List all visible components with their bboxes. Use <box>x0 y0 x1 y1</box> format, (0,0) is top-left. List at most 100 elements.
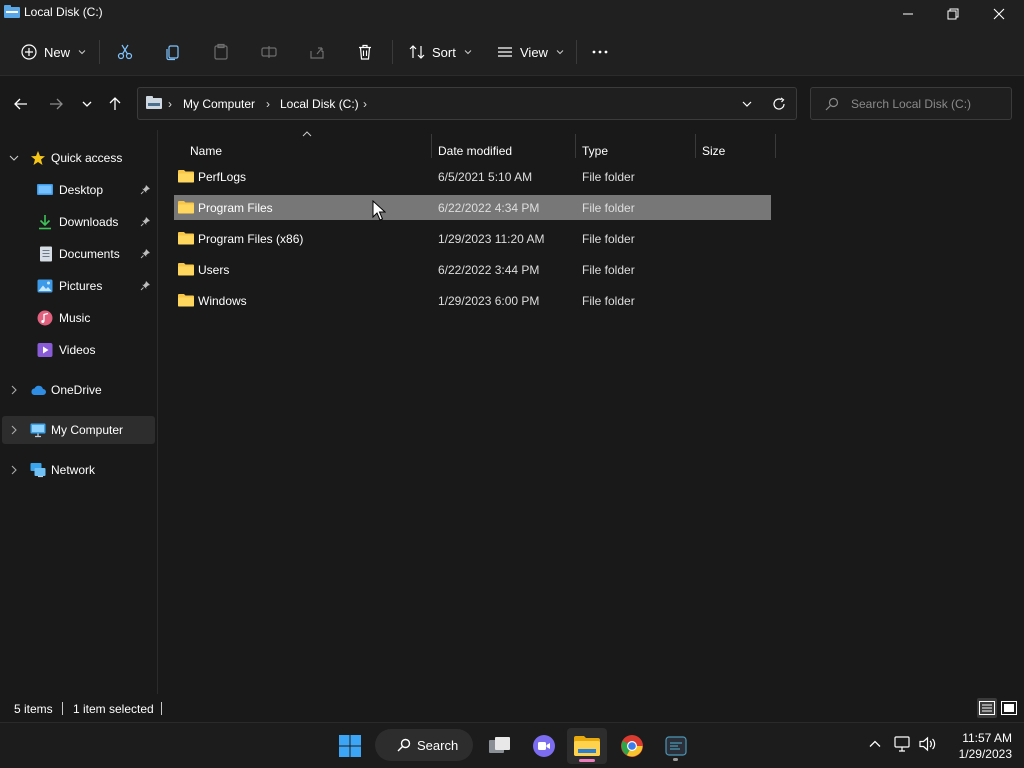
column-divider[interactable] <box>431 134 432 158</box>
sidebar-item-my-computer[interactable]: My Computer <box>2 416 155 444</box>
volume-button[interactable] <box>919 735 937 753</box>
column-label: Size <box>702 144 726 158</box>
search-icon <box>825 97 839 111</box>
taskbar-search-button[interactable]: Search <box>375 729 473 761</box>
recent-locations-button[interactable] <box>77 94 97 114</box>
sidebar-item-documents[interactable]: Documents <box>2 240 155 268</box>
sidebar-item-quick-access[interactable]: Quick access <box>2 144 155 172</box>
new-label: New <box>44 44 71 60</box>
speaker-icon <box>919 736 936 752</box>
taskbar-app[interactable] <box>658 728 694 764</box>
close-icon <box>993 8 1005 20</box>
app-icon <box>665 736 687 756</box>
column-divider[interactable] <box>575 134 576 158</box>
status-bar: 5 items 1 item selected <box>0 694 1024 722</box>
pin-icon[interactable] <box>140 248 151 259</box>
column-divider[interactable] <box>695 134 696 158</box>
forward-button[interactable] <box>46 94 66 114</box>
sidebar-item-network[interactable]: Network <box>2 456 155 484</box>
details-view-button[interactable] <box>977 698 997 718</box>
breadcrumb-separator: › <box>168 97 172 111</box>
navigation-pane: Quick access Desktop Downloads Documents… <box>0 130 158 694</box>
sidebar-label: Videos <box>59 343 96 357</box>
tiles-view-icon <box>1001 701 1017 715</box>
arrow-left-icon <box>14 98 27 110</box>
share-button[interactable] <box>308 38 326 66</box>
address-history-chevron-icon[interactable] <box>740 97 754 111</box>
column-divider[interactable] <box>775 134 776 158</box>
chrome-icon <box>621 735 643 757</box>
chevron-down-icon <box>9 155 19 161</box>
minimize-button[interactable] <box>885 0 931 28</box>
network-status-button[interactable] <box>894 735 912 753</box>
file-row[interactable]: Users 6/22/2022 3:44 PM File folder <box>174 257 771 282</box>
sidebar-item-videos[interactable]: Videos <box>2 336 155 364</box>
mouse-cursor-icon <box>372 200 386 221</box>
restore-button[interactable] <box>930 0 976 28</box>
refresh-icon[interactable] <box>772 97 786 111</box>
divider <box>99 40 100 64</box>
clock[interactable]: 11:57 AM 1/29/2023 <box>946 730 1012 762</box>
cut-button[interactable] <box>116 38 134 66</box>
breadcrumb-my-computer[interactable]: My Computer <box>183 97 255 111</box>
address-bar[interactable]: › My Computer › Local Disk (C:) › <box>137 87 797 120</box>
search-icon <box>397 738 411 752</box>
divider <box>161 702 162 715</box>
sidebar-item-music[interactable]: Music <box>2 304 155 332</box>
close-button[interactable] <box>976 0 1022 28</box>
chevron-down-icon <box>556 50 564 55</box>
column-header-name[interactable]: Name <box>190 136 430 166</box>
copy-button[interactable] <box>164 38 182 66</box>
sidebar-item-downloads[interactable]: Downloads <box>2 208 155 236</box>
sidebar-item-pictures[interactable]: Pictures <box>2 272 155 300</box>
pictures-icon <box>37 279 53 293</box>
file-type: File folder <box>582 294 635 308</box>
sidebar-item-onedrive[interactable]: OneDrive <box>2 376 155 404</box>
column-header-type[interactable]: Type <box>582 136 694 166</box>
chevron-up-icon <box>869 740 881 747</box>
file-row[interactable]: PerfLogs 6/5/2021 5:10 AM File folder <box>174 164 771 189</box>
sort-button[interactable]: Sort <box>408 38 472 66</box>
new-button[interactable]: New <box>20 38 86 66</box>
file-date: 1/29/2023 11:20 AM <box>438 232 545 246</box>
back-button[interactable] <box>11 94 31 114</box>
arrow-right-icon <box>50 98 63 110</box>
column-header-size[interactable]: Size <box>702 136 774 166</box>
breadcrumb-local-disk[interactable]: Local Disk (C:) <box>280 97 359 111</box>
taskbar-file-explorer[interactable] <box>567 728 607 764</box>
pin-icon[interactable] <box>140 216 151 227</box>
start-button[interactable] <box>332 728 368 764</box>
tiles-view-button[interactable] <box>999 698 1019 718</box>
task-view-button[interactable] <box>482 728 518 764</box>
search-box[interactable]: Search Local Disk (C:) <box>810 87 1012 120</box>
file-row[interactable]: Windows 1/29/2023 6:00 PM File folder <box>174 288 771 313</box>
file-explorer-icon <box>4 5 20 18</box>
sidebar-label: Downloads <box>59 215 119 229</box>
taskbar-chrome[interactable] <box>614 728 650 764</box>
file-row[interactable]: Program Files (x86) 1/29/2023 11:20 AM F… <box>174 226 771 251</box>
sidebar-label: My Computer <box>51 423 124 437</box>
share-icon <box>310 47 324 59</box>
column-header-date[interactable]: Date modified <box>438 136 574 166</box>
pin-icon[interactable] <box>140 280 151 291</box>
show-hidden-icons-button[interactable] <box>866 735 884 753</box>
videos-icon <box>37 343 53 357</box>
running-app-indicator <box>673 758 678 761</box>
delete-button[interactable] <box>356 38 374 66</box>
paste-button[interactable] <box>212 38 230 66</box>
clock-date: 1/29/2023 <box>958 747 1012 761</box>
file-date: 6/22/2022 3:44 PM <box>438 263 540 277</box>
file-row-selected[interactable]: Program Files 6/22/2022 4:34 PM File fol… <box>174 195 771 220</box>
pin-icon[interactable] <box>140 184 151 195</box>
file-date: 6/22/2022 4:34 PM <box>438 201 540 215</box>
view-label: View <box>520 44 548 60</box>
chevron-right-icon <box>11 385 17 395</box>
desktop-icon <box>37 184 53 195</box>
sidebar-item-desktop[interactable]: Desktop <box>2 176 155 204</box>
more-options-button[interactable] <box>591 38 609 66</box>
rename-button[interactable] <box>260 38 278 66</box>
view-button[interactable]: View <box>496 38 564 66</box>
teams-chat-button[interactable] <box>526 728 562 764</box>
music-icon <box>37 310 53 326</box>
up-button[interactable] <box>105 94 125 114</box>
